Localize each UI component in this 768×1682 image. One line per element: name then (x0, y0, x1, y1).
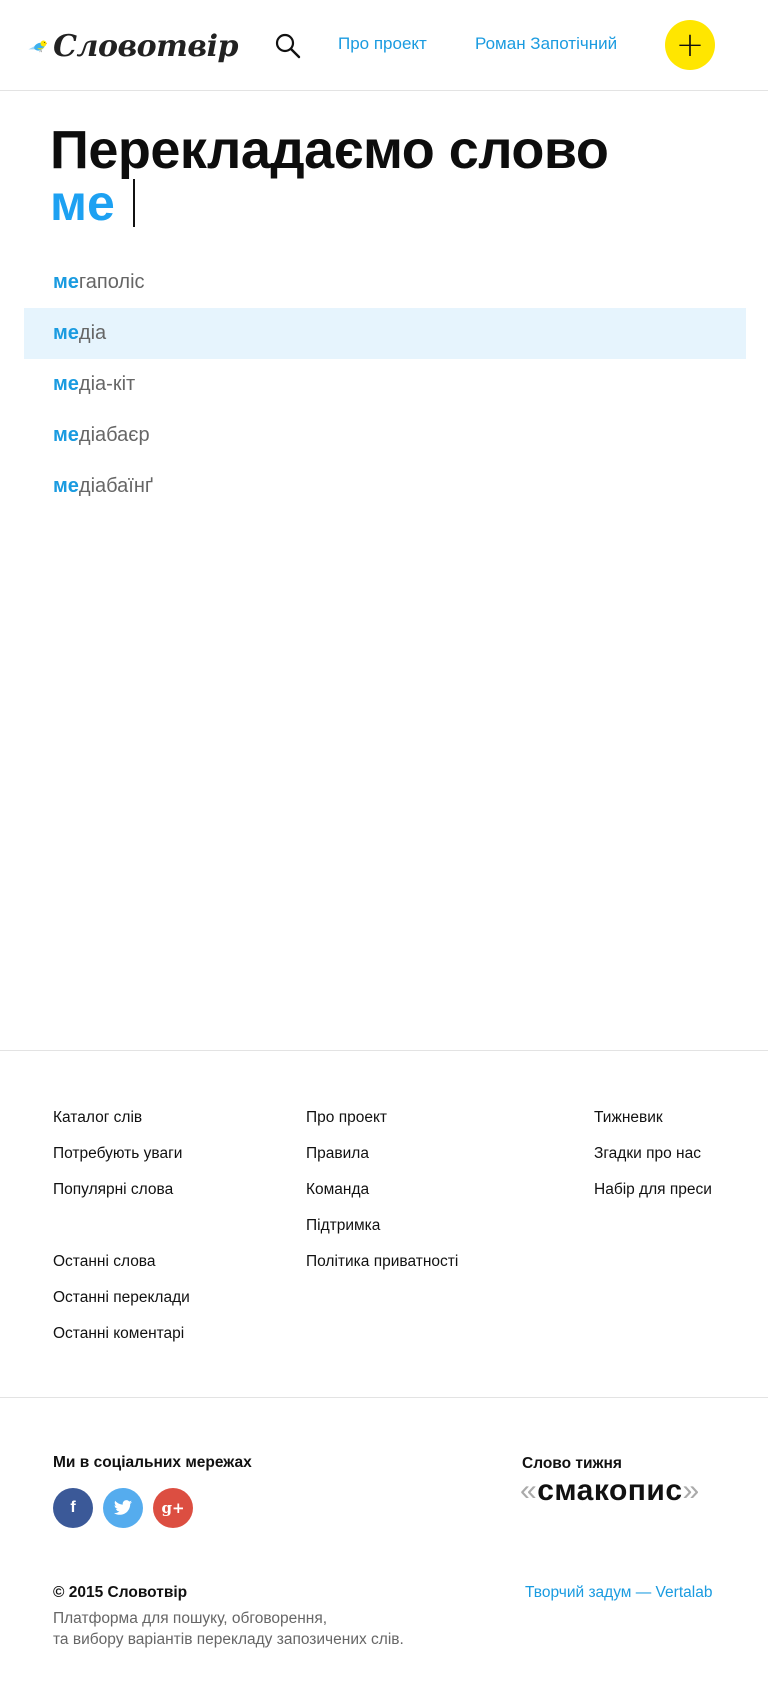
bird-logo-icon (28, 40, 48, 53)
footer-link-needs-attention[interactable]: Потребують уваги (53, 1136, 190, 1172)
suggestion-prefix: ме (53, 475, 79, 497)
twitter-icon[interactable] (103, 1488, 143, 1528)
suggestion-rest: діа (78, 322, 107, 344)
nav-about-link[interactable]: Про проект (338, 34, 427, 54)
word-of-week-text: смакопис (537, 1474, 683, 1507)
site-description: Платформа для пошуку, обговорення, та ви… (53, 1608, 533, 1650)
word-of-week-title: Слово тижня (522, 1455, 622, 1472)
suggestion-prefix: ме (53, 271, 79, 293)
quote-open: « (520, 1474, 538, 1507)
add-word-button[interactable]: + (665, 20, 715, 70)
footer-link-catalog[interactable]: Каталог слів (53, 1100, 190, 1136)
search-query: ме (50, 175, 115, 231)
footer-link-team[interactable]: Команда (306, 1172, 458, 1208)
word-of-week[interactable]: «смакопис» (520, 1474, 700, 1508)
suggestion-item-active[interactable]: ме діа (24, 308, 746, 359)
nav-user-link[interactable]: Роман Запотічний (475, 34, 617, 54)
footer-link-about[interactable]: Про проект (306, 1100, 458, 1136)
footer-link-rules[interactable]: Правила (306, 1136, 458, 1172)
suggestion-item[interactable]: ме діабаїнґ (24, 461, 746, 512)
google-plus-icon[interactable]: g+ (153, 1488, 193, 1528)
suggestion-item[interactable]: ме діа-кіт (24, 359, 746, 410)
footer-link-privacy[interactable]: Політика приватності (306, 1244, 458, 1280)
suggestion-rest: діа-кіт (78, 373, 136, 395)
footer-column-project: Про проект Правила Команда Підтримка Пол… (306, 1100, 458, 1280)
footer-divider-bottom (0, 1397, 768, 1398)
footer-divider-top (0, 1050, 768, 1051)
logo[interactable]: Словотвір (28, 14, 238, 78)
credit-link[interactable]: Творчий задум — Vertalab (525, 1584, 712, 1602)
description-line-1: Платформа для пошуку, обговорення, (53, 1610, 328, 1627)
footer-column-catalog: Каталог слів Потребують уваги Популярні … (53, 1100, 190, 1352)
footer-link-support[interactable]: Підтримка (306, 1208, 458, 1244)
footer-link-popular[interactable]: Популярні слова (53, 1172, 190, 1208)
footer-column-press: Тижневик Згадки про нас Набір для преси (594, 1100, 712, 1208)
suggestion-prefix: ме (53, 424, 79, 446)
page-title: Перекладаємо слово (50, 120, 609, 180)
facebook-icon[interactable]: f (53, 1488, 93, 1528)
footer-spacer (53, 1208, 190, 1244)
quote-close: » (682, 1474, 700, 1507)
footer-link-weekly[interactable]: Тижневик (594, 1100, 712, 1136)
footer-link-press-kit[interactable]: Набір для преси (594, 1172, 712, 1208)
plus-icon: + (675, 25, 705, 65)
footer-link-mentions[interactable]: Згадки про нас (594, 1136, 712, 1172)
footer-link-recent-comments[interactable]: Останні коментарі (53, 1316, 190, 1352)
suggestion-rest: діабаїнґ (78, 475, 154, 497)
footer-link-recent-translations[interactable]: Останні переклади (53, 1280, 190, 1316)
copyright: © 2015 Словотвір (53, 1584, 188, 1601)
suggestion-prefix: ме (53, 322, 79, 344)
site-header: Словотвір Про проект Роман Запотічний + (0, 0, 768, 91)
description-line-2: та вибору варіантів перекладу запозичени… (53, 1631, 404, 1648)
suggestion-rest: діабаєр (78, 424, 150, 446)
social-title: Ми в соціальних мережах (53, 1454, 252, 1471)
footer-link-recent-words[interactable]: Останні слова (53, 1244, 190, 1280)
text-caret (132, 179, 135, 227)
suggestion-rest: гаполіс (78, 271, 145, 293)
logo-text: Словотвір (53, 28, 238, 64)
suggestion-list: ме гаполіс ме діа ме діа-кіт ме діабаєр ме ді… (24, 257, 746, 512)
search-icon[interactable] (274, 32, 302, 60)
social-links: f g+ (53, 1488, 193, 1528)
suggestion-prefix: ме (53, 373, 79, 395)
search-input[interactable]: ме (50, 176, 135, 230)
suggestion-item[interactable]: ме гаполіс (24, 257, 746, 308)
suggestion-item[interactable]: ме діабаєр (24, 410, 746, 461)
